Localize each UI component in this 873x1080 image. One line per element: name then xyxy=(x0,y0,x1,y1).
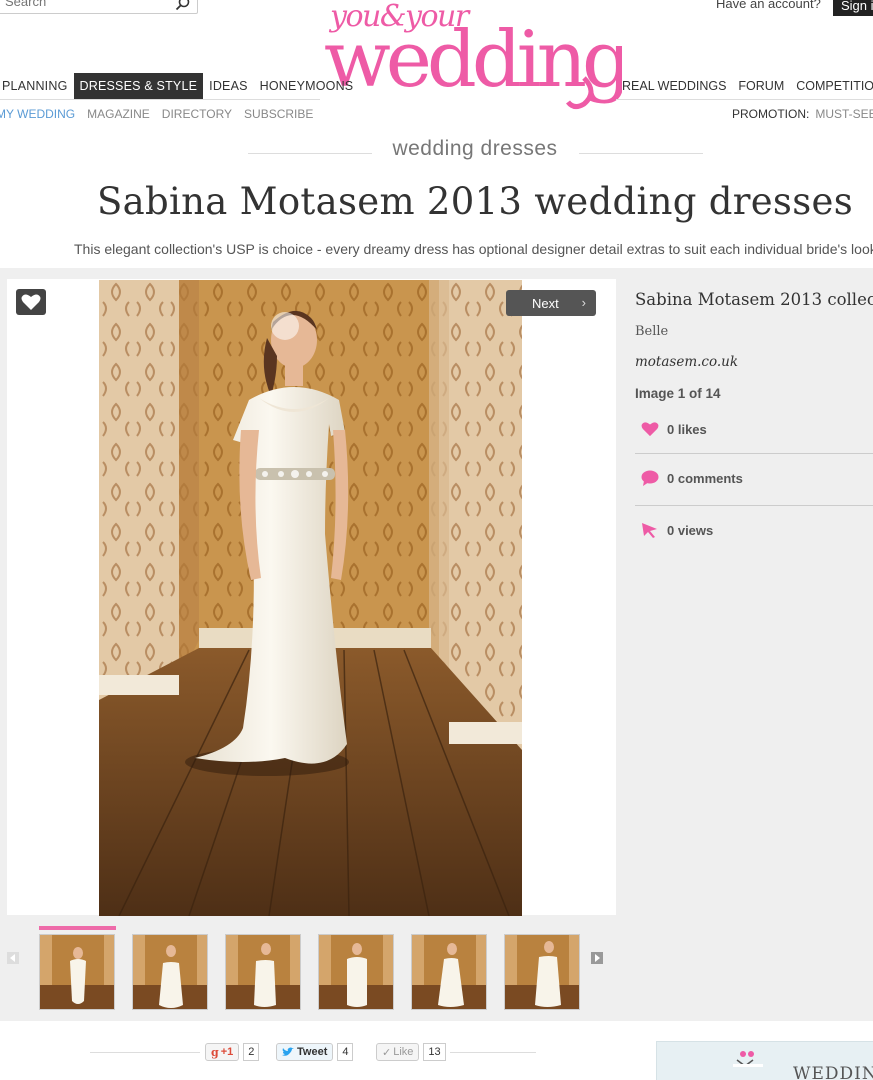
gplus-button[interactable]: g +1 xyxy=(205,1043,240,1061)
tweet-label: Tweet xyxy=(297,1046,328,1058)
tweet-count: 4 xyxy=(337,1043,354,1061)
like-button[interactable]: ✓ Like xyxy=(376,1043,420,1061)
page-title: Sabina Motasem 2013 wedding dresses xyxy=(97,180,853,223)
designer-name: Belle xyxy=(635,324,669,339)
cursor-icon xyxy=(642,523,657,538)
collection-title: Sabina Motasem 2013 collection xyxy=(635,290,873,309)
favorite-button[interactable] xyxy=(16,289,46,315)
nav-divider-right xyxy=(616,99,873,100)
subnav-my-wedding[interactable]: MY WEDDING xyxy=(0,107,75,121)
thumbnail[interactable] xyxy=(39,934,115,1010)
thumbnail[interactable] xyxy=(411,934,487,1010)
page-description: This elegant collection's USP is choice … xyxy=(74,241,873,257)
thumbnail[interactable] xyxy=(225,934,301,1010)
gplus-icon: g xyxy=(211,1045,219,1059)
thumb-prev-button[interactable] xyxy=(7,952,19,964)
nav-planning[interactable]: PLANNING xyxy=(0,73,74,99)
next-label: Next xyxy=(532,295,559,311)
thumbnail[interactable] xyxy=(318,934,394,1010)
active-thumb-indicator xyxy=(39,926,116,930)
gplus-count: 2 xyxy=(243,1043,260,1061)
designer-website-link[interactable]: motasem.co.uk xyxy=(635,354,738,370)
chevron-left-icon xyxy=(10,954,15,962)
account-prompt: Have an account? xyxy=(716,0,821,11)
stat-divider xyxy=(635,505,873,506)
next-button[interactable]: Next › xyxy=(506,290,596,316)
logo-wordmark: you&your wedding xyxy=(324,0,635,110)
tweet-button[interactable]: Tweet xyxy=(276,1043,334,1061)
heart-icon xyxy=(21,294,41,310)
advert-banner[interactable]: WEDDING xyxy=(656,1041,873,1080)
site-logo[interactable]: you&your wedding xyxy=(322,0,635,114)
subnav-magazine[interactable]: MAGAZINE xyxy=(87,107,150,121)
comments-count: 0 comments xyxy=(667,470,743,486)
views-count: 0 views xyxy=(667,522,714,538)
thumbnail[interactable] xyxy=(504,934,580,1010)
chevron-right-icon: › xyxy=(581,295,586,310)
checkmark-icon: ✓ xyxy=(382,1046,392,1059)
comment-icon xyxy=(641,470,659,486)
subnav-subscribe[interactable]: SUBSCRIBE xyxy=(244,107,313,121)
chevron-right-icon xyxy=(595,954,600,962)
like-share[interactable]: ✓ Like 13 xyxy=(376,1042,446,1062)
section-label[interactable]: wedding dresses xyxy=(0,137,873,161)
svg-text:wedding: wedding xyxy=(324,15,622,105)
comments-stat[interactable]: 0 comments xyxy=(641,470,743,486)
image-info: Sabina Motasem 2013 collection Belle mot… xyxy=(635,290,873,401)
search-input[interactable] xyxy=(0,0,159,13)
promotion-label: PROMOTION: xyxy=(732,107,810,121)
image-counter: Image 1 of 14 xyxy=(635,386,721,401)
promotion-link[interactable]: MUST-SEE xyxy=(815,107,873,121)
like-label: Like xyxy=(393,1046,414,1058)
nav-honeymoons[interactable]: HONEYMOONS xyxy=(254,73,360,99)
thumbnail[interactable] xyxy=(132,934,208,1010)
main-nav-right: REAL WEDDINGS FORUM COMPETITIONS xyxy=(616,73,873,99)
likes-stat[interactable]: 0 likes xyxy=(641,421,707,437)
main-nav: PLANNING DRESSES & STYLE IDEAS HONEYMOON… xyxy=(0,73,359,99)
nav-ideas[interactable]: IDEAS xyxy=(203,73,254,99)
search-box[interactable] xyxy=(0,0,198,14)
search-icon[interactable] xyxy=(175,0,191,12)
nav-real-weddings[interactable]: REAL WEDDINGS xyxy=(616,73,732,99)
nav-dresses-style[interactable]: DRESSES & STYLE xyxy=(73,73,204,99)
share-rule-left xyxy=(90,1052,200,1053)
nav-competitions[interactable]: COMPETITIONS xyxy=(790,73,873,99)
tweet-share[interactable]: Tweet 4 xyxy=(276,1042,354,1062)
main-dress-photo[interactable] xyxy=(99,280,522,916)
subnav-directory[interactable]: DIRECTORY xyxy=(162,107,232,121)
promotion-nav: PROMOTION: MUST-SEE xyxy=(732,107,873,121)
nav-forum[interactable]: FORUM xyxy=(732,73,790,99)
gplus-share[interactable]: g +1 2 xyxy=(205,1042,260,1062)
like-count: 13 xyxy=(423,1043,446,1061)
stat-divider xyxy=(635,453,873,454)
sub-nav: MY WEDDING MAGAZINE DIRECTORY SUBSCRIBE xyxy=(0,107,325,121)
thumb-next-button[interactable] xyxy=(591,952,603,964)
advert-text: WEDDING xyxy=(793,1064,873,1080)
couple-illustration-icon xyxy=(733,1051,763,1067)
nav-divider xyxy=(0,99,320,100)
heart-icon xyxy=(641,422,659,437)
twitter-bird-icon xyxy=(282,1047,294,1056)
views-stat: 0 views xyxy=(641,522,713,538)
share-rule-right xyxy=(450,1052,536,1053)
likes-count: 0 likes xyxy=(667,421,707,437)
gplus-label: +1 xyxy=(220,1046,234,1058)
signin-button[interactable]: Sign in xyxy=(833,0,873,16)
